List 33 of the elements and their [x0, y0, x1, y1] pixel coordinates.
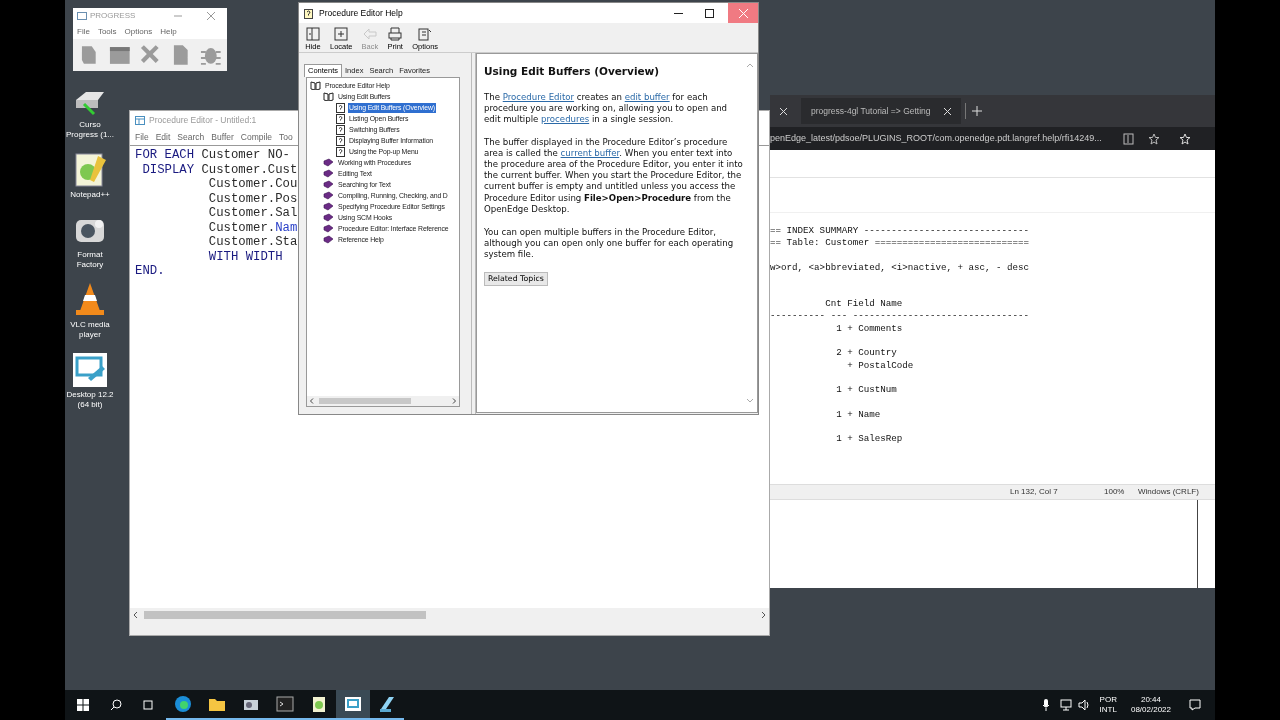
help-paragraph: You can open multiple buffers in the Procedure Editor, although you can open only one buffer for each operating system file. — [484, 226, 735, 260]
text-line: + PostalCode — [846, 359, 914, 372]
text-line: 1 + CustNum — [835, 384, 897, 397]
code-text: Customer.Pos — [207, 190, 298, 207]
code-text: Customer.Cust — [200, 161, 298, 178]
window-title: Procedure Editor - Untitled:1 — [149, 114, 257, 127]
code-text: END. — [135, 263, 165, 281]
text-line: Cnt Field Name — [824, 298, 903, 311]
help-heading: Using Edit Buffers (Overview) — [484, 64, 661, 79]
code-text: Customer.Sal — [207, 205, 298, 222]
code-text: Customer.Sta — [207, 234, 298, 251]
text-line: 2 + Country — [835, 347, 897, 360]
status-text: Windows (CRLF) — [1138, 486, 1199, 498]
help-paragraph: The buffer displayed in the Procedure Editor’s procedure area is called the current buffer. When you enter text into the procedure area of the Procedure Editor, you enter it into the current buffer. When you start the Procedure Editor, the current buffer is empty and untitled unless you access the Procedure Editor using File>Open>Procedure from the OpenEdge Desktop. — [484, 137, 744, 215]
code-text: FOR EACH — [135, 147, 195, 164]
code-text: Customer NO- — [200, 147, 290, 164]
text-line: 1 + Name — [835, 408, 881, 422]
status-text: 100% — [1104, 486, 1126, 498]
code-text: Customer. — [207, 219, 276, 236]
code-text: Customer.Cou — [207, 176, 298, 193]
code-text: Nam — [275, 219, 298, 236]
text-line: 1 + Comments — [835, 322, 903, 336]
code-text: WITH WIDTH — [207, 248, 283, 266]
text-line: w>ord, <a>bbreviated, <i>nactive, + asc, - desc — [770, 261, 1030, 275]
text-line: == INDEX SUMMARY ------------------------------ — [770, 225, 1030, 238]
text-line: 1 + SalesRep — [835, 433, 903, 446]
window-title: Procedure Editor Help — [319, 6, 403, 20]
text-line: ---------- --- -------------------------------- — [770, 310, 1030, 323]
help-paragraph: The Procedure Editor creates an edit buffer for each procedure you are working on, allowing you to open and edit multiple procedures in a single session. — [484, 91, 729, 126]
status-text: Ln 132, Col 7 — [1010, 486, 1059, 498]
code-text: DISPLAY — [141, 161, 195, 179]
window-title: PROGRESS — [90, 10, 136, 22]
text-line: == Table: Customer ============================ — [770, 237, 1030, 250]
